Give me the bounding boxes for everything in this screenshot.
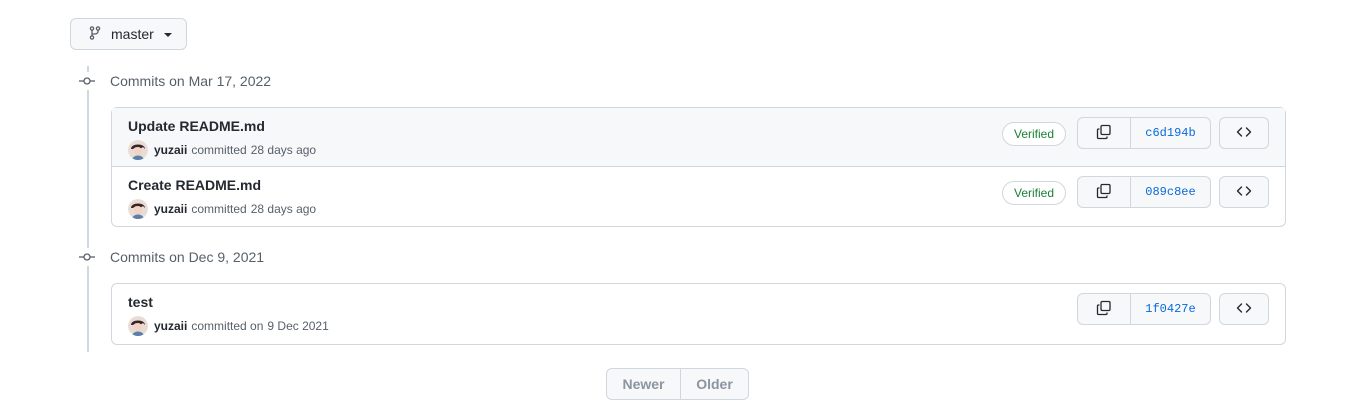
git-commit-icon xyxy=(78,72,96,90)
code-icon xyxy=(1236,183,1252,202)
commit-list: Update README.md yuzaii committed 28 day… xyxy=(111,107,1286,227)
commit-meta: yuzaii committed 28 days ago xyxy=(128,199,316,219)
commit-group-date: Commits on Mar 17, 2022 xyxy=(110,73,272,89)
copy-icon xyxy=(1096,124,1112,143)
commit-sha-group: 089c8ee xyxy=(1077,176,1211,208)
commit-row: test yuzaii committed on 9 Dec 2021 1f04… xyxy=(112,284,1285,344)
commit-title-link[interactable]: Create README.md xyxy=(128,177,261,193)
commit-sha-link[interactable]: 1f0427e xyxy=(1131,294,1210,324)
avatar[interactable] xyxy=(128,316,148,336)
commit-author-link[interactable]: yuzaii xyxy=(154,319,187,333)
commit-title-link[interactable]: Update README.md xyxy=(128,118,265,134)
avatar[interactable] xyxy=(128,199,148,219)
commit-sha-link[interactable]: c6d194b xyxy=(1131,118,1210,148)
commit-meta: yuzaii committed on 9 Dec 2021 xyxy=(128,316,329,336)
commit-time: 28 days ago xyxy=(250,202,317,216)
copy-icon xyxy=(1096,300,1112,319)
commit-action: committed on xyxy=(191,319,264,333)
commit-action: committed xyxy=(191,202,247,216)
commit-author-link[interactable]: yuzaii xyxy=(154,143,187,157)
commit-group-header: Commits on Mar 17, 2022 xyxy=(78,72,271,90)
copy-sha-button[interactable] xyxy=(1078,118,1131,148)
copy-sha-button[interactable] xyxy=(1078,294,1131,324)
commit-sha-group: c6d194b xyxy=(1077,117,1211,149)
branch-name: master xyxy=(111,26,154,42)
copy-sha-button[interactable] xyxy=(1078,177,1131,207)
commit-group-date: Commits on Dec 9, 2021 xyxy=(110,249,265,265)
pagination: Newer Older xyxy=(606,368,749,400)
browse-repo-button[interactable] xyxy=(1219,117,1269,149)
avatar[interactable] xyxy=(128,140,148,160)
commit-time: 9 Dec 2021 xyxy=(267,319,329,333)
commit-meta: yuzaii committed 28 days ago xyxy=(128,140,316,160)
commit-list: test yuzaii committed on 9 Dec 2021 1f04… xyxy=(111,283,1286,345)
commit-author-link[interactable]: yuzaii xyxy=(154,202,187,216)
commit-action: committed xyxy=(191,143,247,157)
commit-group-header: Commits on Dec 9, 2021 xyxy=(78,248,264,266)
older-button[interactable]: Older xyxy=(681,369,748,399)
commit-sha-group: 1f0427e xyxy=(1077,293,1211,325)
commit-row: Create README.md yuzaii committed 28 day… xyxy=(112,167,1285,226)
timeline-line xyxy=(87,66,89,352)
branch-select-button[interactable]: master xyxy=(70,18,187,50)
commit-sha-link[interactable]: 089c8ee xyxy=(1131,177,1210,207)
verified-badge[interactable]: Verified xyxy=(1002,181,1066,205)
git-commit-icon xyxy=(78,248,96,266)
caret-down-icon xyxy=(163,33,172,37)
code-icon xyxy=(1236,300,1252,319)
verified-badge[interactable]: Verified xyxy=(1002,122,1066,146)
browse-repo-button[interactable] xyxy=(1219,176,1269,208)
commit-title-link[interactable]: test xyxy=(128,294,153,310)
code-icon xyxy=(1236,124,1252,143)
git-branch-icon xyxy=(87,25,103,44)
newer-button[interactable]: Newer xyxy=(607,369,681,399)
browse-repo-button[interactable] xyxy=(1219,293,1269,325)
commit-row: Update README.md yuzaii committed 28 day… xyxy=(112,108,1285,167)
commit-time: 28 days ago xyxy=(250,143,317,157)
copy-icon xyxy=(1096,183,1112,202)
